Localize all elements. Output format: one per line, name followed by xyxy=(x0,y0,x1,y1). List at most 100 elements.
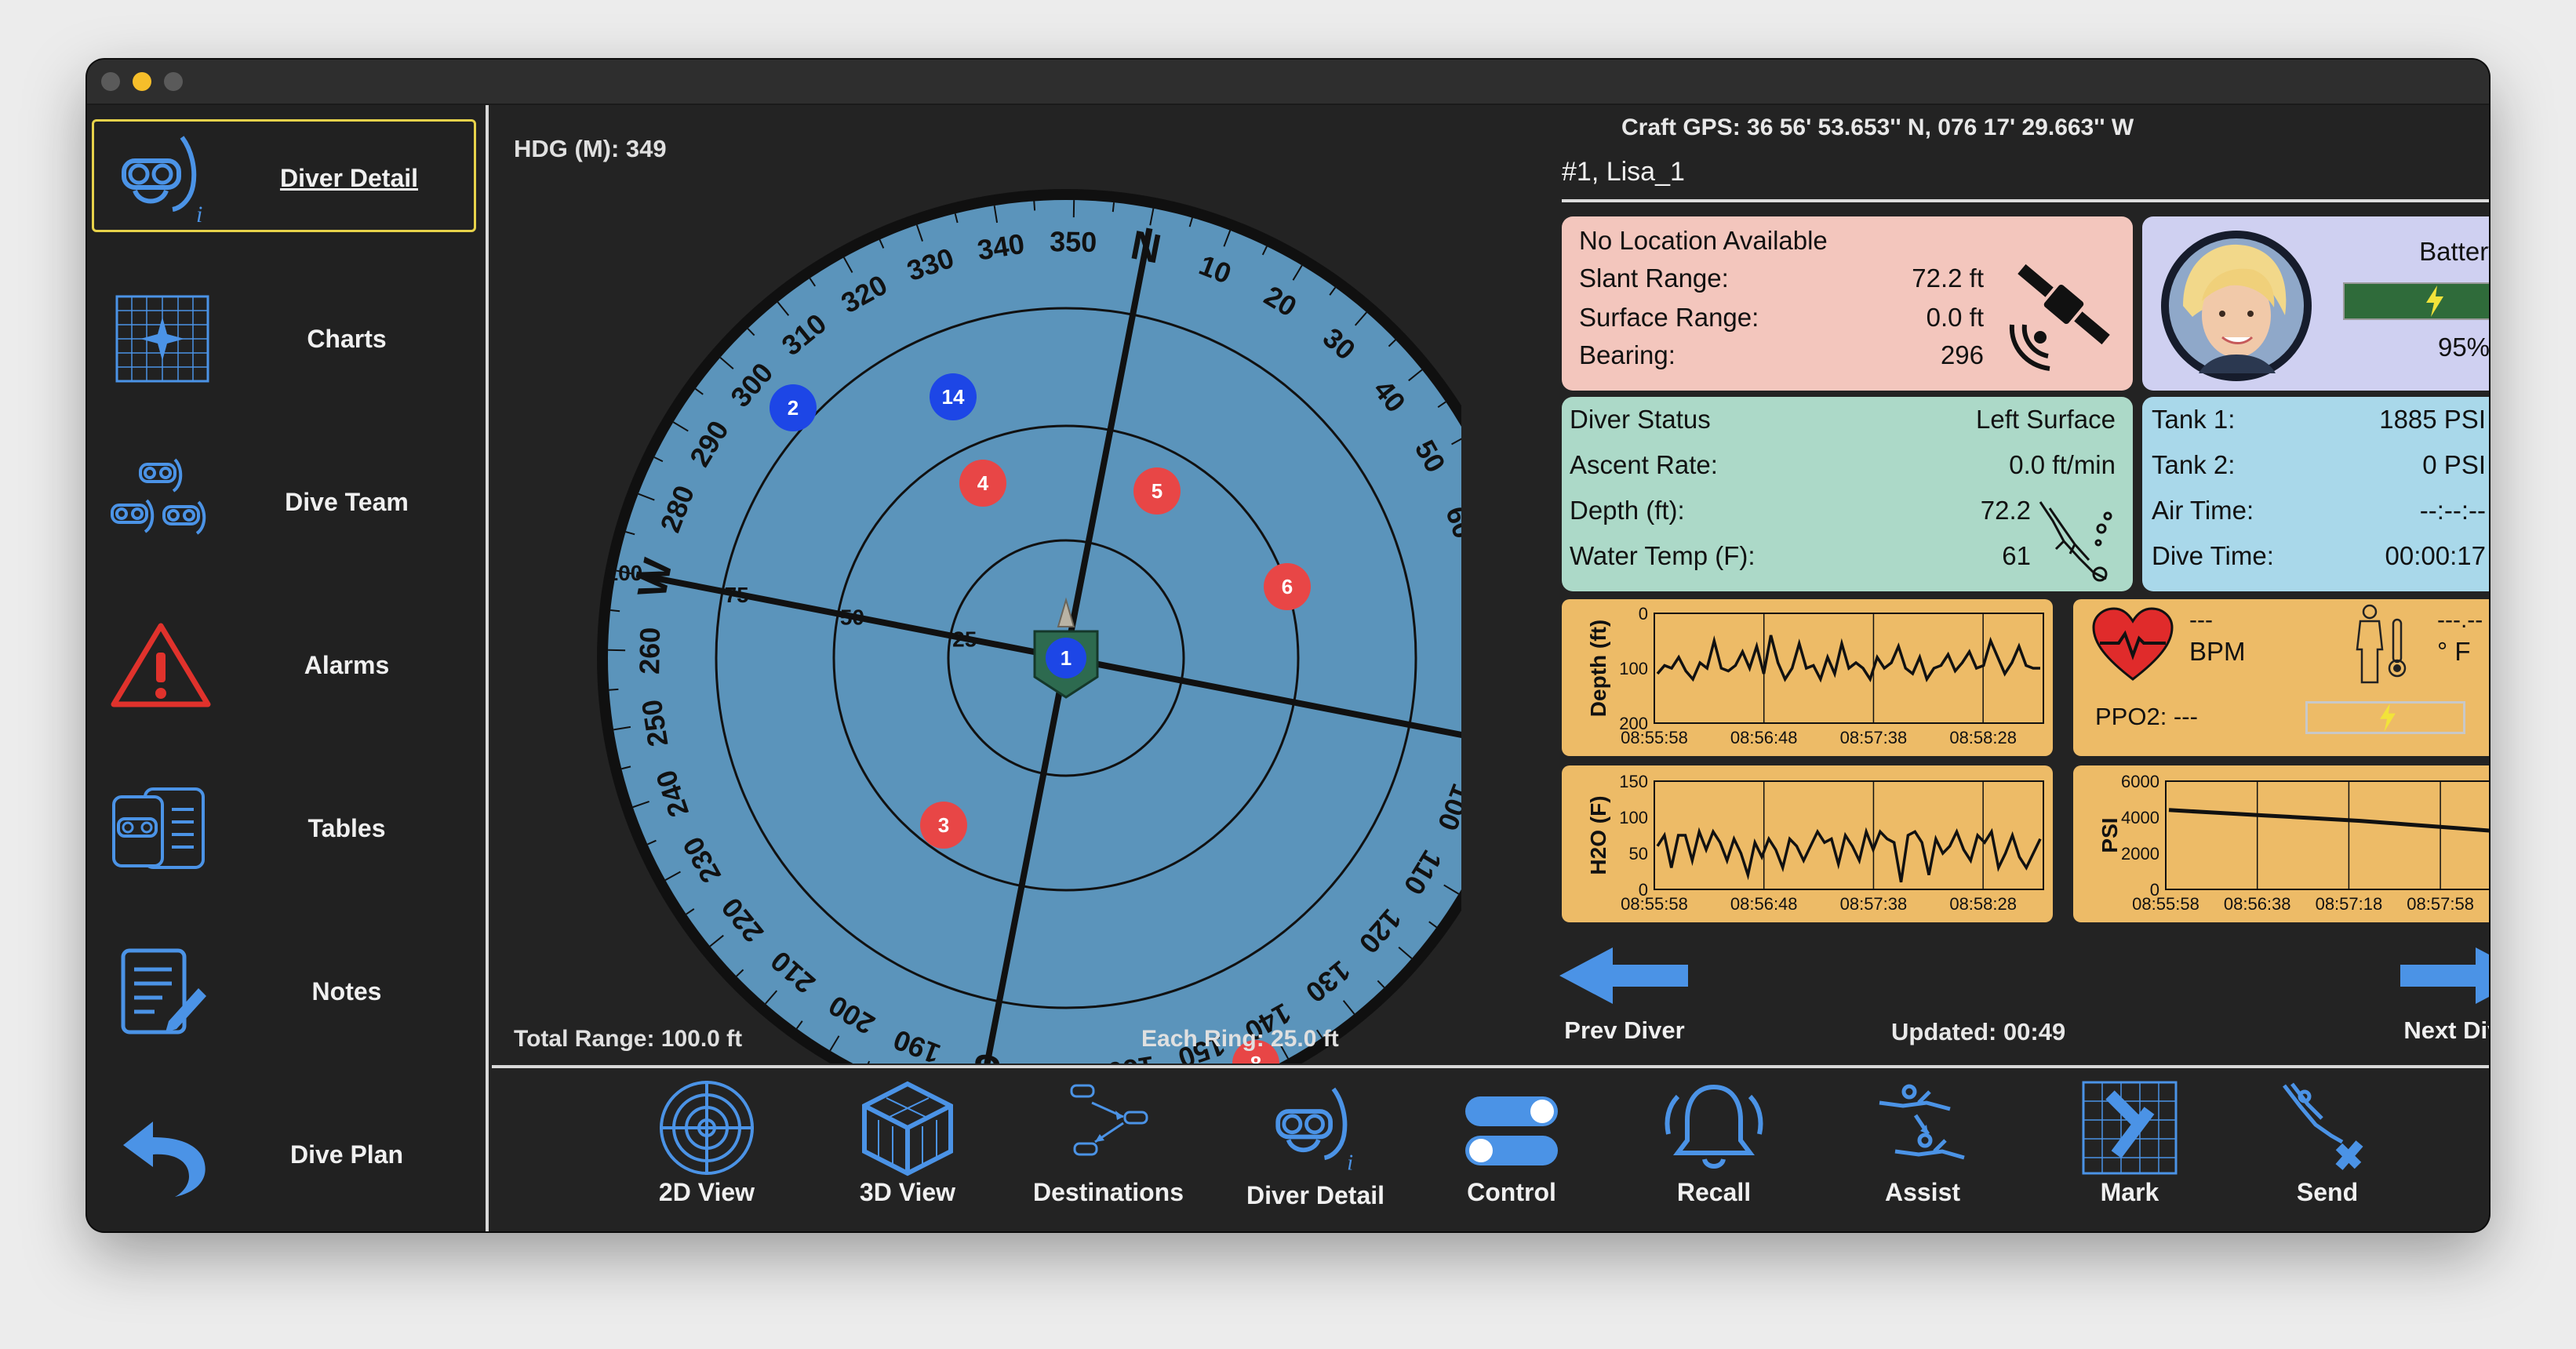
sidebar-item-dive-team[interactable]: Dive Team xyxy=(92,445,476,558)
chart-y-tick: 200 xyxy=(1619,714,1648,733)
assist-divers-icon xyxy=(1879,1084,1965,1160)
diver-status-row: Diver Status Left Surface xyxy=(1570,405,2116,434)
toolbar-control-button[interactable]: Control xyxy=(1425,1079,1598,1217)
app-window: i Diver Detail Charts Dive Team Alarms T… xyxy=(87,60,2489,1231)
depth-chart: 08:55:58 08:56:48 08:57:38 08:58:280100200D… xyxy=(1586,604,2044,747)
surface-range-row: Surface Range: 0.0 ft xyxy=(1579,303,1984,332)
dive-team-icon xyxy=(111,458,206,535)
satellite-icon xyxy=(2009,264,2110,371)
svg-text:i: i xyxy=(196,202,202,224)
chart-y-tick: 100 xyxy=(1619,808,1648,827)
toolbar-mark-button[interactable]: Mark xyxy=(2043,1079,2216,1217)
chart-x-tick: 08:55:58 xyxy=(2132,894,2199,914)
craft-gps: Craft GPS: 36 56' 53.653'' N, 076 17' 29… xyxy=(1621,115,2134,140)
nautical-chart-icon xyxy=(115,295,209,383)
degree-label: 350 xyxy=(1050,225,1097,258)
diver-marker-2[interactable]: 2 xyxy=(770,384,817,431)
diver-marker-14[interactable]: 14 xyxy=(930,373,977,420)
toolbar-destinations-button[interactable]: Destinations xyxy=(1022,1079,1195,1217)
close-window-button[interactable] xyxy=(101,72,120,91)
next-diver-button[interactable]: Next Diver xyxy=(2362,946,2489,1044)
chart-y-tick: 0 xyxy=(1639,604,1648,624)
divider xyxy=(1562,199,2489,202)
chart-y-tick: 50 xyxy=(1629,844,1648,864)
toolbar-recall-button[interactable]: Recall xyxy=(1628,1079,1800,1217)
title-bar xyxy=(87,60,2489,105)
ppo2-label: PPO2: --- xyxy=(2095,703,2198,730)
sidebar-item-label: Tables xyxy=(307,814,386,842)
chart-x-tick: 08:56:48 xyxy=(1730,728,1798,747)
diver-marker-label: 8 xyxy=(1250,1052,1261,1064)
location-card: No Location Available Slant Range: 72.2 f… xyxy=(1562,216,2133,391)
maximize-window-button[interactable] xyxy=(164,72,183,91)
toolbar-label: Recall xyxy=(1676,1178,1752,1206)
dive-time-row: Dive Time: 00:00:17 xyxy=(2152,541,2486,570)
diver-marker-label: 1 xyxy=(1061,646,1072,670)
chart-y-tick: 0 xyxy=(1639,880,1648,900)
sidebar-item-label: Alarms xyxy=(304,651,390,679)
minimize-window-button[interactable] xyxy=(133,72,151,91)
diver-marker-4[interactable]: 4 xyxy=(959,460,1006,507)
degree-label: 170 xyxy=(1035,1058,1082,1064)
radar-target-icon xyxy=(660,1081,754,1175)
diver-marker-3[interactable]: 3 xyxy=(920,802,967,849)
chart-y-tick: 6000 xyxy=(2121,772,2159,791)
diver-marker-5[interactable]: 5 xyxy=(1133,467,1181,515)
chart-y-label: Depth (ft) xyxy=(1586,620,1610,717)
toolbar-divider xyxy=(492,1065,2489,1068)
toolbar-diver-detail-button[interactable]: i Diver Detail xyxy=(1229,1079,1402,1217)
toolbar-3d-view-button[interactable]: 3D View xyxy=(821,1079,994,1217)
sidebar-item-charts[interactable]: Charts xyxy=(92,282,476,395)
depth-row: Depth (ft): 72.2 xyxy=(1570,496,2031,525)
vitals-card: --- BPM ---.-- ° F PPO2: --- --- % xyxy=(2073,599,2489,756)
toolbar-2d-view-button[interactable]: 2D View xyxy=(620,1079,793,1217)
air-time-row: Air Time: --:--:-- xyxy=(2152,496,2486,525)
temp-unit: ° F xyxy=(2437,637,2471,666)
toolbar-label: 2D View xyxy=(658,1178,755,1206)
toolbar-label: Assist xyxy=(1884,1178,1961,1206)
back-arrow-icon xyxy=(123,1122,206,1197)
right-arrow-icon xyxy=(2400,947,2489,1004)
radar-tick xyxy=(1112,202,1115,213)
destinations-icon xyxy=(1070,1084,1148,1156)
sidebar-item-notes[interactable]: Notes xyxy=(92,935,476,1048)
toolbar-assist-button[interactable]: Assist xyxy=(1836,1079,2009,1217)
toolbar-send-button[interactable]: Send xyxy=(2241,1079,2414,1217)
sidebar-item-dive-plan[interactable]: Dive Plan xyxy=(92,1098,476,1211)
prev-diver-button[interactable]: Prev Diver xyxy=(1523,946,1726,1044)
location-status: No Location Available xyxy=(1579,226,1828,255)
chart-x-tick: 08:57:38 xyxy=(1840,728,1908,747)
diver-marker-6[interactable]: 6 xyxy=(1264,563,1311,610)
scuba-diver-icon xyxy=(2039,501,2112,582)
chart-y-tick: 4000 xyxy=(2121,808,2159,827)
radar-tick xyxy=(609,688,619,691)
heart-rate-icon xyxy=(2092,607,2174,681)
tank-card: Tank 1: 1885 PSI Tank 2: 0 PSI Air Time: --… xyxy=(2142,397,2489,591)
toolbar-label: Diver Detail xyxy=(1246,1181,1385,1209)
h2o-temp-chart: 08:55:58 08:56:48 08:57:38 08:58:28 150 100 50… xyxy=(1586,772,2044,914)
cube-3d-icon xyxy=(862,1081,953,1176)
depth-chart-panel: 08:55:58 08:56:48 08:57:38 08:58:28 0 100 200 D… xyxy=(1562,599,2053,756)
battery-bar xyxy=(2343,282,2489,320)
range-label: 25 xyxy=(952,627,977,651)
diver-marker-label: 5 xyxy=(1152,479,1162,503)
chart-x-tick: 08:58:28 xyxy=(1949,728,2017,747)
diver-marker-label: 2 xyxy=(788,396,799,420)
toolbar-label: Send xyxy=(2296,1178,2359,1206)
toolbar-label: Destinations xyxy=(1032,1178,1184,1206)
bearing-row: Bearing: 296 xyxy=(1579,340,1984,369)
body-temp-icon xyxy=(2356,604,2407,684)
notes-icon xyxy=(121,948,206,1034)
radar-display[interactable]: 1020304050607080100110120130140150160170… xyxy=(489,105,1461,1064)
chart-x-tick: 08:56:48 xyxy=(1730,894,1798,914)
sidebar-item-tables[interactable]: Tables xyxy=(92,772,476,885)
sidebar-item-alarms[interactable]: Alarms xyxy=(92,609,476,722)
lightning-icon xyxy=(2380,704,2396,732)
battery-label: Battery: xyxy=(2419,237,2489,266)
chart-x-tick: 08:56:38 xyxy=(2224,894,2291,914)
sidebar-item-diver-detail[interactable]: i Diver Detail xyxy=(92,119,476,232)
sidebar-item-label: Dive Team xyxy=(285,488,409,516)
degree-label: 260 xyxy=(633,627,666,674)
h2o-chart-panel: 08:55:58 08:56:48 08:57:38 08:58:28 150 100 50… xyxy=(1562,765,2053,922)
tank1-row: Tank 1: 1885 PSI xyxy=(2152,405,2486,434)
